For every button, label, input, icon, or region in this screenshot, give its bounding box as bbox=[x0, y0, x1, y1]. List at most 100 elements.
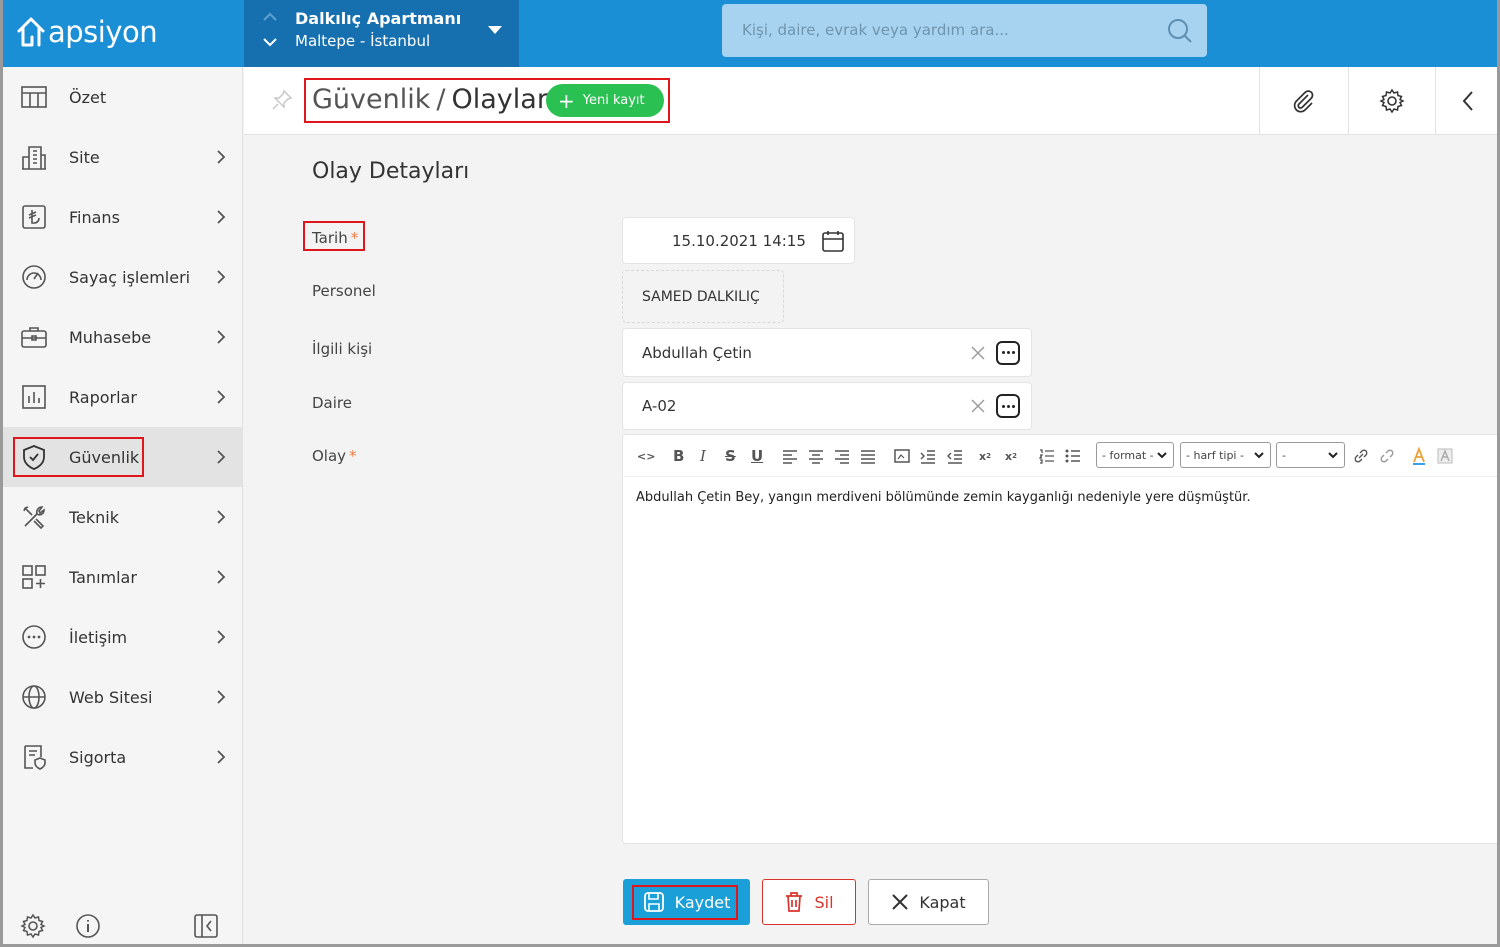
clear-icon[interactable] bbox=[970, 345, 986, 361]
delete-label: Sil bbox=[814, 892, 834, 912]
editor-content[interactable]: Abdullah Çetin Bey, yangın merdiveni böl… bbox=[636, 490, 1251, 505]
chevron-right-icon bbox=[217, 390, 226, 404]
sidebar-item-label: Web Sitesi bbox=[69, 687, 153, 707]
info-icon[interactable] bbox=[75, 913, 101, 939]
sidebar-item-sayac[interactable]: Sayaç işlemleri bbox=[3, 247, 243, 307]
sidebar-item-muhasebe[interactable]: Muhasebe bbox=[3, 307, 243, 367]
format-select[interactable]: - format - bbox=[1096, 442, 1174, 468]
editor-toolbar: <> B I S U x2 x2 - format - - harf tipi … bbox=[623, 435, 1499, 477]
sidebar-item-label: Finans bbox=[69, 207, 120, 227]
chat-icon bbox=[22, 625, 46, 649]
site-name: Dalkılıç Apartmanı bbox=[295, 9, 462, 28]
apartment-field[interactable]: A-02 bbox=[622, 382, 1032, 430]
sidebar-item-sigorta[interactable]: Sigorta bbox=[3, 727, 243, 787]
sidebar-item-label: Sigorta bbox=[69, 747, 127, 767]
sidebar-item-label: Teknik bbox=[69, 507, 120, 527]
bold-icon[interactable]: B bbox=[673, 446, 684, 466]
source-code-icon[interactable]: <> bbox=[637, 446, 655, 466]
chevron-right-icon bbox=[217, 210, 226, 224]
italic-icon[interactable]: I bbox=[700, 446, 706, 466]
personel-field: SAMED DALKILIÇ bbox=[622, 270, 784, 323]
table-icon bbox=[21, 86, 47, 108]
outdent-icon[interactable] bbox=[947, 446, 963, 466]
sidebar-item-label: Tanımlar bbox=[69, 567, 137, 587]
sidebar-item-teknik[interactable]: Teknik bbox=[3, 487, 243, 547]
sidebar-item-label: Özet bbox=[69, 87, 107, 107]
sidebar-item-ozet[interactable]: Özet bbox=[3, 67, 243, 127]
sidebar-item-iletisim[interactable]: İletişim bbox=[3, 607, 243, 667]
unordered-list-icon[interactable] bbox=[1065, 446, 1081, 466]
image-icon[interactable] bbox=[894, 446, 910, 466]
collapse-sidebar-icon[interactable] bbox=[193, 913, 219, 939]
delete-button[interactable]: Sil bbox=[762, 879, 856, 925]
indent-icon[interactable] bbox=[920, 446, 936, 466]
align-left-icon[interactable] bbox=[782, 446, 798, 466]
chevron-right-icon bbox=[217, 270, 226, 284]
panel-toggle-button[interactable] bbox=[1435, 67, 1500, 135]
chevron-right-icon bbox=[217, 150, 226, 164]
chevron-right-icon bbox=[217, 450, 226, 464]
align-right-icon[interactable] bbox=[834, 446, 850, 466]
page-settings-button[interactable] bbox=[1348, 67, 1435, 135]
more-icon bbox=[1001, 404, 1015, 408]
form-title: Olay Detayları bbox=[312, 159, 470, 184]
sidebar-item-label: Raporlar bbox=[69, 387, 137, 407]
tools-icon bbox=[23, 506, 45, 530]
link-icon[interactable] bbox=[1353, 446, 1369, 466]
search-icon[interactable] bbox=[1167, 18, 1193, 44]
site-switcher[interactable]: Dalkılıç Apartmanı Maltepe - İstanbul bbox=[244, 0, 519, 67]
settings-icon[interactable] bbox=[20, 913, 46, 939]
pin-icon[interactable] bbox=[271, 89, 293, 111]
more-options-button[interactable] bbox=[996, 340, 1020, 365]
sidebar-item-web-sitesi[interactable]: Web Sitesi bbox=[3, 667, 243, 727]
size-select-value: - bbox=[1282, 448, 1286, 462]
superscript-icon[interactable]: x2 bbox=[1005, 446, 1017, 466]
unlink-icon[interactable] bbox=[1379, 446, 1395, 466]
app-logo[interactable]: apsiyon bbox=[16, 12, 158, 52]
sidebar: Özet Site Finans Sayaç işlemleri Muhaseb… bbox=[3, 67, 243, 947]
subscript-icon[interactable]: x2 bbox=[979, 446, 991, 466]
sidebar-item-finans[interactable]: Finans bbox=[3, 187, 243, 247]
sidebar-item-site[interactable]: Site bbox=[3, 127, 243, 187]
daire-label: Daire bbox=[312, 394, 352, 412]
chevron-down-icon bbox=[1157, 452, 1167, 459]
form-area: Olay Detayları Tarih * 15.10.2021 14:15 P… bbox=[244, 135, 1500, 947]
paperclip-icon bbox=[1293, 90, 1314, 113]
sidebar-item-raporlar[interactable]: Raporlar bbox=[3, 367, 243, 427]
search-input[interactable]: Kişi, daire, evrak veya yardım ara... bbox=[742, 21, 1009, 39]
related-person-field[interactable]: Abdullah Çetin bbox=[622, 328, 1032, 377]
underline-icon[interactable]: U bbox=[751, 446, 763, 466]
chevron-right-icon bbox=[217, 510, 226, 524]
font-select[interactable]: - harf tipi - bbox=[1180, 442, 1271, 468]
global-search[interactable]: Kişi, daire, evrak veya yardım ara... bbox=[722, 4, 1207, 57]
personel-label: Personel bbox=[312, 282, 376, 300]
background-color-icon[interactable] bbox=[1437, 446, 1453, 466]
gear-icon bbox=[1379, 88, 1405, 114]
strikethrough-icon[interactable]: S bbox=[725, 446, 736, 466]
chevron-right-icon bbox=[217, 690, 226, 704]
text-color-icon[interactable] bbox=[1411, 446, 1427, 466]
more-options-button[interactable] bbox=[996, 394, 1020, 418]
rich-text-editor[interactable]: <> B I S U x2 x2 - format - - harf tipi … bbox=[622, 434, 1500, 844]
date-field[interactable]: 15.10.2021 14:15 bbox=[622, 217, 855, 264]
highlight-box bbox=[304, 78, 670, 123]
clear-icon[interactable] bbox=[970, 398, 986, 414]
logo-text: apsiyon bbox=[48, 15, 158, 49]
close-icon bbox=[892, 894, 909, 910]
ordered-list-icon[interactable] bbox=[1039, 446, 1055, 466]
sidebar-item-label: Sayaç işlemleri bbox=[69, 267, 191, 287]
gauge-icon bbox=[22, 265, 46, 289]
date-value: 15.10.2021 14:15 bbox=[672, 231, 806, 250]
sidebar-item-tanimlar[interactable]: Tanımlar bbox=[3, 547, 243, 607]
dropdown-caret-icon[interactable] bbox=[488, 26, 502, 34]
format-select-value: - format - bbox=[1102, 448, 1154, 462]
close-label: Kapat bbox=[919, 892, 966, 912]
size-select[interactable]: - bbox=[1276, 442, 1345, 468]
align-center-icon[interactable] bbox=[808, 446, 824, 466]
attachment-button[interactable] bbox=[1259, 67, 1348, 135]
close-button[interactable]: Kapat bbox=[868, 879, 989, 925]
highlight-box bbox=[632, 885, 738, 920]
calendar-icon[interactable] bbox=[821, 229, 845, 253]
chevron-right-icon bbox=[217, 330, 226, 344]
justify-icon[interactable] bbox=[860, 446, 876, 466]
